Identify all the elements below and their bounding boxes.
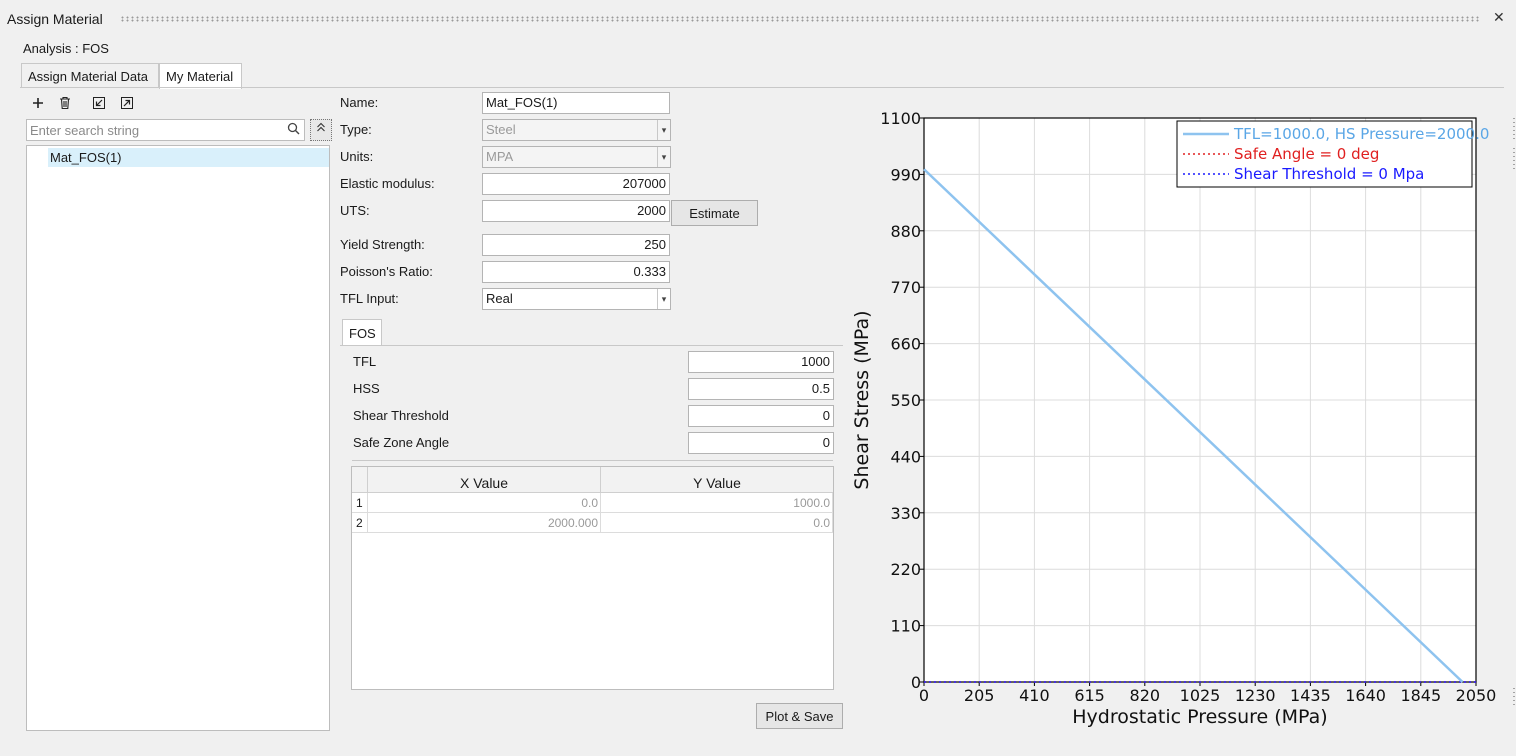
plus-icon[interactable] <box>30 95 46 111</box>
tab-my-material[interactable]: My Material <box>159 63 242 89</box>
x-tick-label: 1435 <box>1290 686 1331 705</box>
fos-chart[interactable]: 0 205 410 615 820 1025 1230 1435 1640 1845 2050 0 11… <box>845 92 1516 753</box>
chevron-double-up-icon <box>316 122 326 136</box>
y-tick-label: 0 <box>911 673 921 692</box>
xy-table[interactable]: X Value Y Value 1 0.0 1000.0 2 2000.000 … <box>351 466 834 690</box>
hss-field[interactable]: 0.5 <box>688 378 834 400</box>
safe-zone-angle-label: Safe Zone Angle <box>353 435 450 450</box>
legend-entry: Shear Threshold = 0 Mpa <box>1234 165 1424 183</box>
tab-divider <box>20 87 1504 88</box>
x-axis-label: Hydrostatic Pressure (MPa) <box>1072 706 1327 728</box>
tree-item-material[interactable]: Mat_FOS(1) <box>48 148 329 167</box>
row-number: 2 <box>352 513 368 533</box>
tfl-label: TFL <box>353 354 377 369</box>
column-header-x[interactable]: X Value <box>368 467 601 493</box>
chevron-down-icon: ▾ <box>657 120 670 140</box>
name-field[interactable]: Mat_FOS(1) <box>482 92 670 114</box>
close-icon[interactable]: ✕ <box>1493 9 1505 26</box>
shear-threshold-label: Shear Threshold <box>353 408 449 423</box>
y-tick-label: 880 <box>890 222 921 241</box>
elastic-modulus-label: Elastic modulus: <box>340 176 435 191</box>
x-tick-label: 615 <box>1074 686 1105 705</box>
analysis-label: Analysis : FOS <box>23 41 109 56</box>
y-tick-label: 330 <box>890 504 921 523</box>
table-cell-x[interactable]: 0.0 <box>368 493 601 513</box>
x-tick-label: 205 <box>964 686 995 705</box>
separator <box>352 460 833 461</box>
table-cell-y[interactable]: 1000.0 <box>601 493 833 513</box>
x-tick-label: 820 <box>1130 686 1161 705</box>
yield-strength-label: Yield Strength: <box>340 237 425 252</box>
tab-assign-material-data[interactable]: Assign Material Data <box>21 63 159 88</box>
search-input[interactable] <box>27 120 277 140</box>
type-label: Type: <box>340 122 372 137</box>
units-label: Units: <box>340 149 374 164</box>
x-tick-label: 1025 <box>1180 686 1221 705</box>
x-tick-label: 1230 <box>1235 686 1276 705</box>
x-tick-label: 410 <box>1019 686 1050 705</box>
yield-strength-field[interactable]: 250 <box>482 234 670 256</box>
shear-threshold-field[interactable]: 0 <box>688 405 834 427</box>
legend-entry: TFL=1000.0, HS Pressure=2000.0 <box>1233 125 1489 143</box>
x-tick-label: 1640 <box>1345 686 1386 705</box>
tfl-field[interactable]: 1000 <box>688 351 834 373</box>
table-cell-x[interactable]: 2000.000 <box>368 513 601 533</box>
uts-label: UTS: <box>340 203 370 218</box>
y-tick-label: 1100 <box>880 109 921 128</box>
x-tick-label: 2050 <box>1456 686 1497 705</box>
import-icon[interactable] <box>91 95 107 111</box>
drag-handle[interactable] <box>120 16 1480 22</box>
trash-icon[interactable] <box>57 95 73 111</box>
fos-tab-divider <box>340 345 843 346</box>
search-icon[interactable] <box>287 122 300 138</box>
hss-label: HSS <box>353 381 380 396</box>
export-icon[interactable] <box>119 95 135 111</box>
chart-svg: 0 205 410 615 820 1025 1230 1435 1640 1845 2050011… <box>851 109 1497 728</box>
x-tick-label: 1845 <box>1400 686 1441 705</box>
tfl-input-label: TFL Input: <box>340 291 399 306</box>
collapse-all-button[interactable] <box>310 119 332 141</box>
type-value: Steel <box>486 122 516 137</box>
y-tick-label: 110 <box>890 617 921 636</box>
poissons-ratio-field[interactable]: 0.333 <box>482 261 670 283</box>
table-corner <box>352 467 368 493</box>
search-box[interactable] <box>26 119 305 141</box>
window-title: Assign Material <box>7 11 103 27</box>
y-tick-label: 770 <box>890 278 921 297</box>
right-scrollbar[interactable] <box>1512 118 1516 708</box>
units-select[interactable]: MPA ▾ <box>482 146 671 168</box>
y-tick-label: 660 <box>890 335 921 354</box>
y-tick-label: 440 <box>890 447 921 466</box>
safe-zone-angle-field[interactable]: 0 <box>688 432 834 454</box>
chevron-down-icon: ▾ <box>657 147 670 167</box>
y-axis-label: Shear Stress (MPa) <box>851 310 873 489</box>
column-header-y[interactable]: Y Value <box>601 467 833 493</box>
elastic-modulus-field[interactable]: 207000 <box>482 173 670 195</box>
plot-save-button[interactable]: Plot & Save <box>756 703 843 729</box>
table-cell-y[interactable]: 0.0 <box>601 513 833 533</box>
poissons-ratio-label: Poisson's Ratio: <box>340 264 433 279</box>
estimate-button[interactable]: Estimate <box>671 200 758 226</box>
uts-field[interactable]: 2000 <box>482 200 670 222</box>
tab-fos[interactable]: FOS <box>342 319 382 346</box>
name-label: Name: <box>340 95 379 110</box>
y-tick-label: 220 <box>890 560 921 579</box>
units-value: MPA <box>486 149 514 164</box>
tfl-input-select[interactable]: Real ▾ <box>482 288 671 310</box>
material-tree[interactable]: Mat_FOS(1) <box>26 145 330 731</box>
type-select[interactable]: Steel ▾ <box>482 119 671 141</box>
tfl-input-value: Real <box>486 291 513 306</box>
row-number: 1 <box>352 493 368 513</box>
title-bar[interactable]: Assign Material ✕ <box>0 0 1516 36</box>
y-tick-label: 990 <box>890 165 921 184</box>
chevron-down-icon: ▾ <box>657 289 670 309</box>
y-tick-label: 550 <box>890 391 921 410</box>
legend-entry: Safe Angle = 0 deg <box>1234 145 1379 163</box>
